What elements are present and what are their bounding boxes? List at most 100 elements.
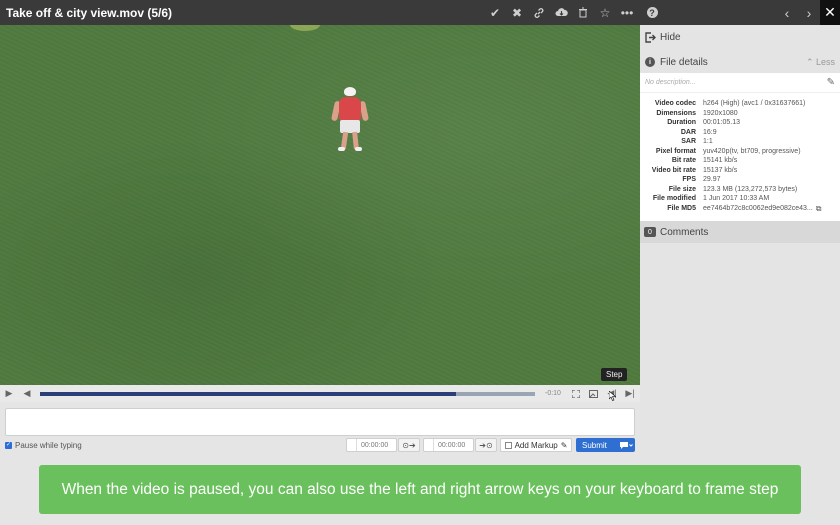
description-field[interactable]: No description... ✎	[640, 73, 840, 93]
snapshot-icon[interactable]	[585, 385, 603, 402]
video-subject	[330, 87, 370, 177]
detail-value: yuv420p(tv, bt709, progressive)	[703, 147, 801, 155]
detail-key: DAR	[680, 128, 696, 136]
detail-value: 1:1	[703, 138, 713, 145]
fullscreen-icon[interactable]	[567, 385, 585, 402]
pencil-icon: ✎	[560, 440, 568, 450]
link-icon[interactable]	[528, 0, 550, 25]
time-remaining: -0:10	[545, 390, 561, 397]
video-player[interactable]	[0, 25, 640, 385]
sidebar-header: ? ‹ › ✕	[640, 0, 840, 25]
viewer-header: Take off & city view.mov (5/6) ✔ ✖ ☆ •••	[0, 0, 640, 25]
skip-end-icon[interactable]: ▶|	[621, 385, 639, 402]
in-timecode-value: 00:00:00	[361, 441, 389, 449]
check-icon[interactable]: ✔	[484, 0, 506, 25]
submit-options-dropdown[interactable]	[617, 438, 635, 452]
add-markup-label: Add Markup	[514, 440, 558, 450]
previous-file-button[interactable]: ‹	[776, 0, 798, 25]
detail-key: File modified	[652, 195, 696, 202]
detail-row: Video bit rate 15137 kb/s	[640, 166, 840, 176]
volume-icon[interactable]: ◀	[18, 385, 36, 402]
cloud-download-icon[interactable]	[550, 0, 572, 25]
in-timecode-field[interactable]: 00:00:00	[346, 438, 397, 452]
detail-row: File modified 1 Jun 2017 10:33 AM	[640, 194, 840, 204]
detail-value: ee7464b72c8c0062ed9e082ce43...	[703, 204, 813, 212]
detail-value: 1920x1080	[703, 109, 738, 117]
tutorial-banner: When the video is paused, you can also u…	[39, 465, 801, 514]
detail-value: 15137 kb/s	[703, 166, 738, 174]
less-toggle[interactable]: ⌃ Less	[806, 57, 835, 68]
file-title: Take off & city view.mov (5/6)	[6, 5, 173, 20]
detail-row: Video codec h264 (High) (avc1 / 0x3163766…	[640, 99, 840, 109]
file-details-label: File details	[660, 56, 708, 68]
in-timecode-checkbox[interactable]	[347, 439, 357, 451]
detail-row: Pixel format yuv420p(tv, bt709, progressi…	[640, 147, 840, 157]
comments-label: Comments	[660, 226, 709, 238]
hide-label: Hide	[660, 31, 681, 43]
detail-row: Dimensions 1920x1080	[640, 109, 840, 119]
detail-row: DAR 16:9	[640, 128, 840, 138]
out-timecode-field[interactable]: 00:00:00	[423, 438, 474, 452]
set-out-button[interactable]: ➔⊙	[475, 438, 497, 452]
file-details-header[interactable]: i File details ⌃ Less	[640, 52, 840, 72]
video-light-spot	[290, 25, 320, 31]
timeline-progress	[40, 391, 456, 396]
detail-row: FPS 29.97	[640, 175, 840, 185]
detail-key: File MD5	[667, 204, 696, 212]
play-button[interactable]: ▶	[0, 385, 18, 402]
comment-input[interactable]	[5, 408, 635, 436]
detail-value: 00:01:05.13	[703, 119, 740, 126]
out-timecode-value: 00:00:00	[438, 441, 466, 449]
mouse-cursor-icon	[609, 391, 616, 401]
toolbar: ✔ ✖ ☆ •••	[484, 0, 640, 25]
detail-key: Duration	[667, 119, 696, 126]
chevron-up-icon: ⌃	[805, 56, 816, 67]
comment-count-icon: 0	[644, 227, 656, 237]
detail-value: 15141 kb/s	[703, 157, 738, 164]
close-button[interactable]: ✕	[820, 0, 840, 25]
markup-checkbox	[504, 441, 512, 449]
detail-key: Pixel format	[655, 147, 696, 155]
detail-key: Dimensions	[656, 109, 696, 117]
star-icon[interactable]: ☆	[594, 0, 616, 25]
x-icon[interactable]: ✖	[506, 0, 528, 25]
timeline-scrubber[interactable]	[40, 391, 535, 396]
info-icon: i	[645, 57, 655, 67]
pause-checkbox[interactable]: ✓	[5, 442, 12, 449]
detail-key: FPS	[682, 176, 696, 183]
detail-key: File size	[668, 185, 696, 193]
help-button[interactable]: ?	[642, 0, 662, 25]
file-sidebar: Hide i File details ⌃ Less No descriptio…	[640, 25, 840, 525]
pause-while-typing-option[interactable]: ✓ Pause while typing	[5, 441, 82, 450]
details-list: Video codec h264 (High) (avc1 / 0x3163766…	[640, 93, 840, 213]
submit-button[interactable]: Submit	[576, 438, 635, 452]
submit-label: Submit	[582, 440, 607, 450]
hide-sidebar-button[interactable]: Hide	[640, 27, 840, 47]
file-details-panel: No description... ✎ Video codec h264 (Hig…	[640, 73, 840, 221]
detail-row: File size 123.3 MB (123,272,573 bytes)	[640, 185, 840, 195]
detail-key: Video bit rate	[651, 166, 696, 174]
add-markup-button[interactable]: Add Markup ✎	[500, 438, 572, 452]
edit-icon[interactable]: ✎	[827, 77, 835, 88]
detail-key: Video codec	[654, 100, 696, 107]
detail-row: Bit rate 15141 kb/s	[640, 156, 840, 166]
player-controls: ▶ ◀ -0:10 ◀| ▶|	[0, 385, 640, 402]
description-placeholder: No description...	[645, 79, 696, 86]
detail-value: h264 (High) (avc1 / 0x31637661)	[703, 100, 806, 107]
next-file-button[interactable]: ›	[798, 0, 820, 25]
file-navigation: ‹ › ✕	[776, 0, 840, 25]
detail-value: 16:9	[703, 128, 717, 136]
detail-value: 29.97	[703, 176, 721, 183]
detail-value: 123.3 MB (123,272,573 bytes)	[703, 185, 798, 193]
question-icon: ?	[646, 7, 658, 18]
out-timecode-checkbox[interactable]	[424, 439, 434, 451]
comments-header[interactable]: 0 Comments	[640, 221, 840, 243]
exit-icon	[644, 31, 656, 43]
detail-key: SAR	[681, 138, 696, 145]
detail-value: 1 Jun 2017 10:33 AM	[703, 195, 770, 202]
trash-icon[interactable]	[572, 0, 594, 25]
copy-icon[interactable]: ⧉	[816, 204, 822, 214]
set-in-button[interactable]: ⊙➔	[398, 438, 420, 452]
more-icon[interactable]: •••	[616, 0, 638, 25]
detail-key: Bit rate	[671, 157, 696, 164]
